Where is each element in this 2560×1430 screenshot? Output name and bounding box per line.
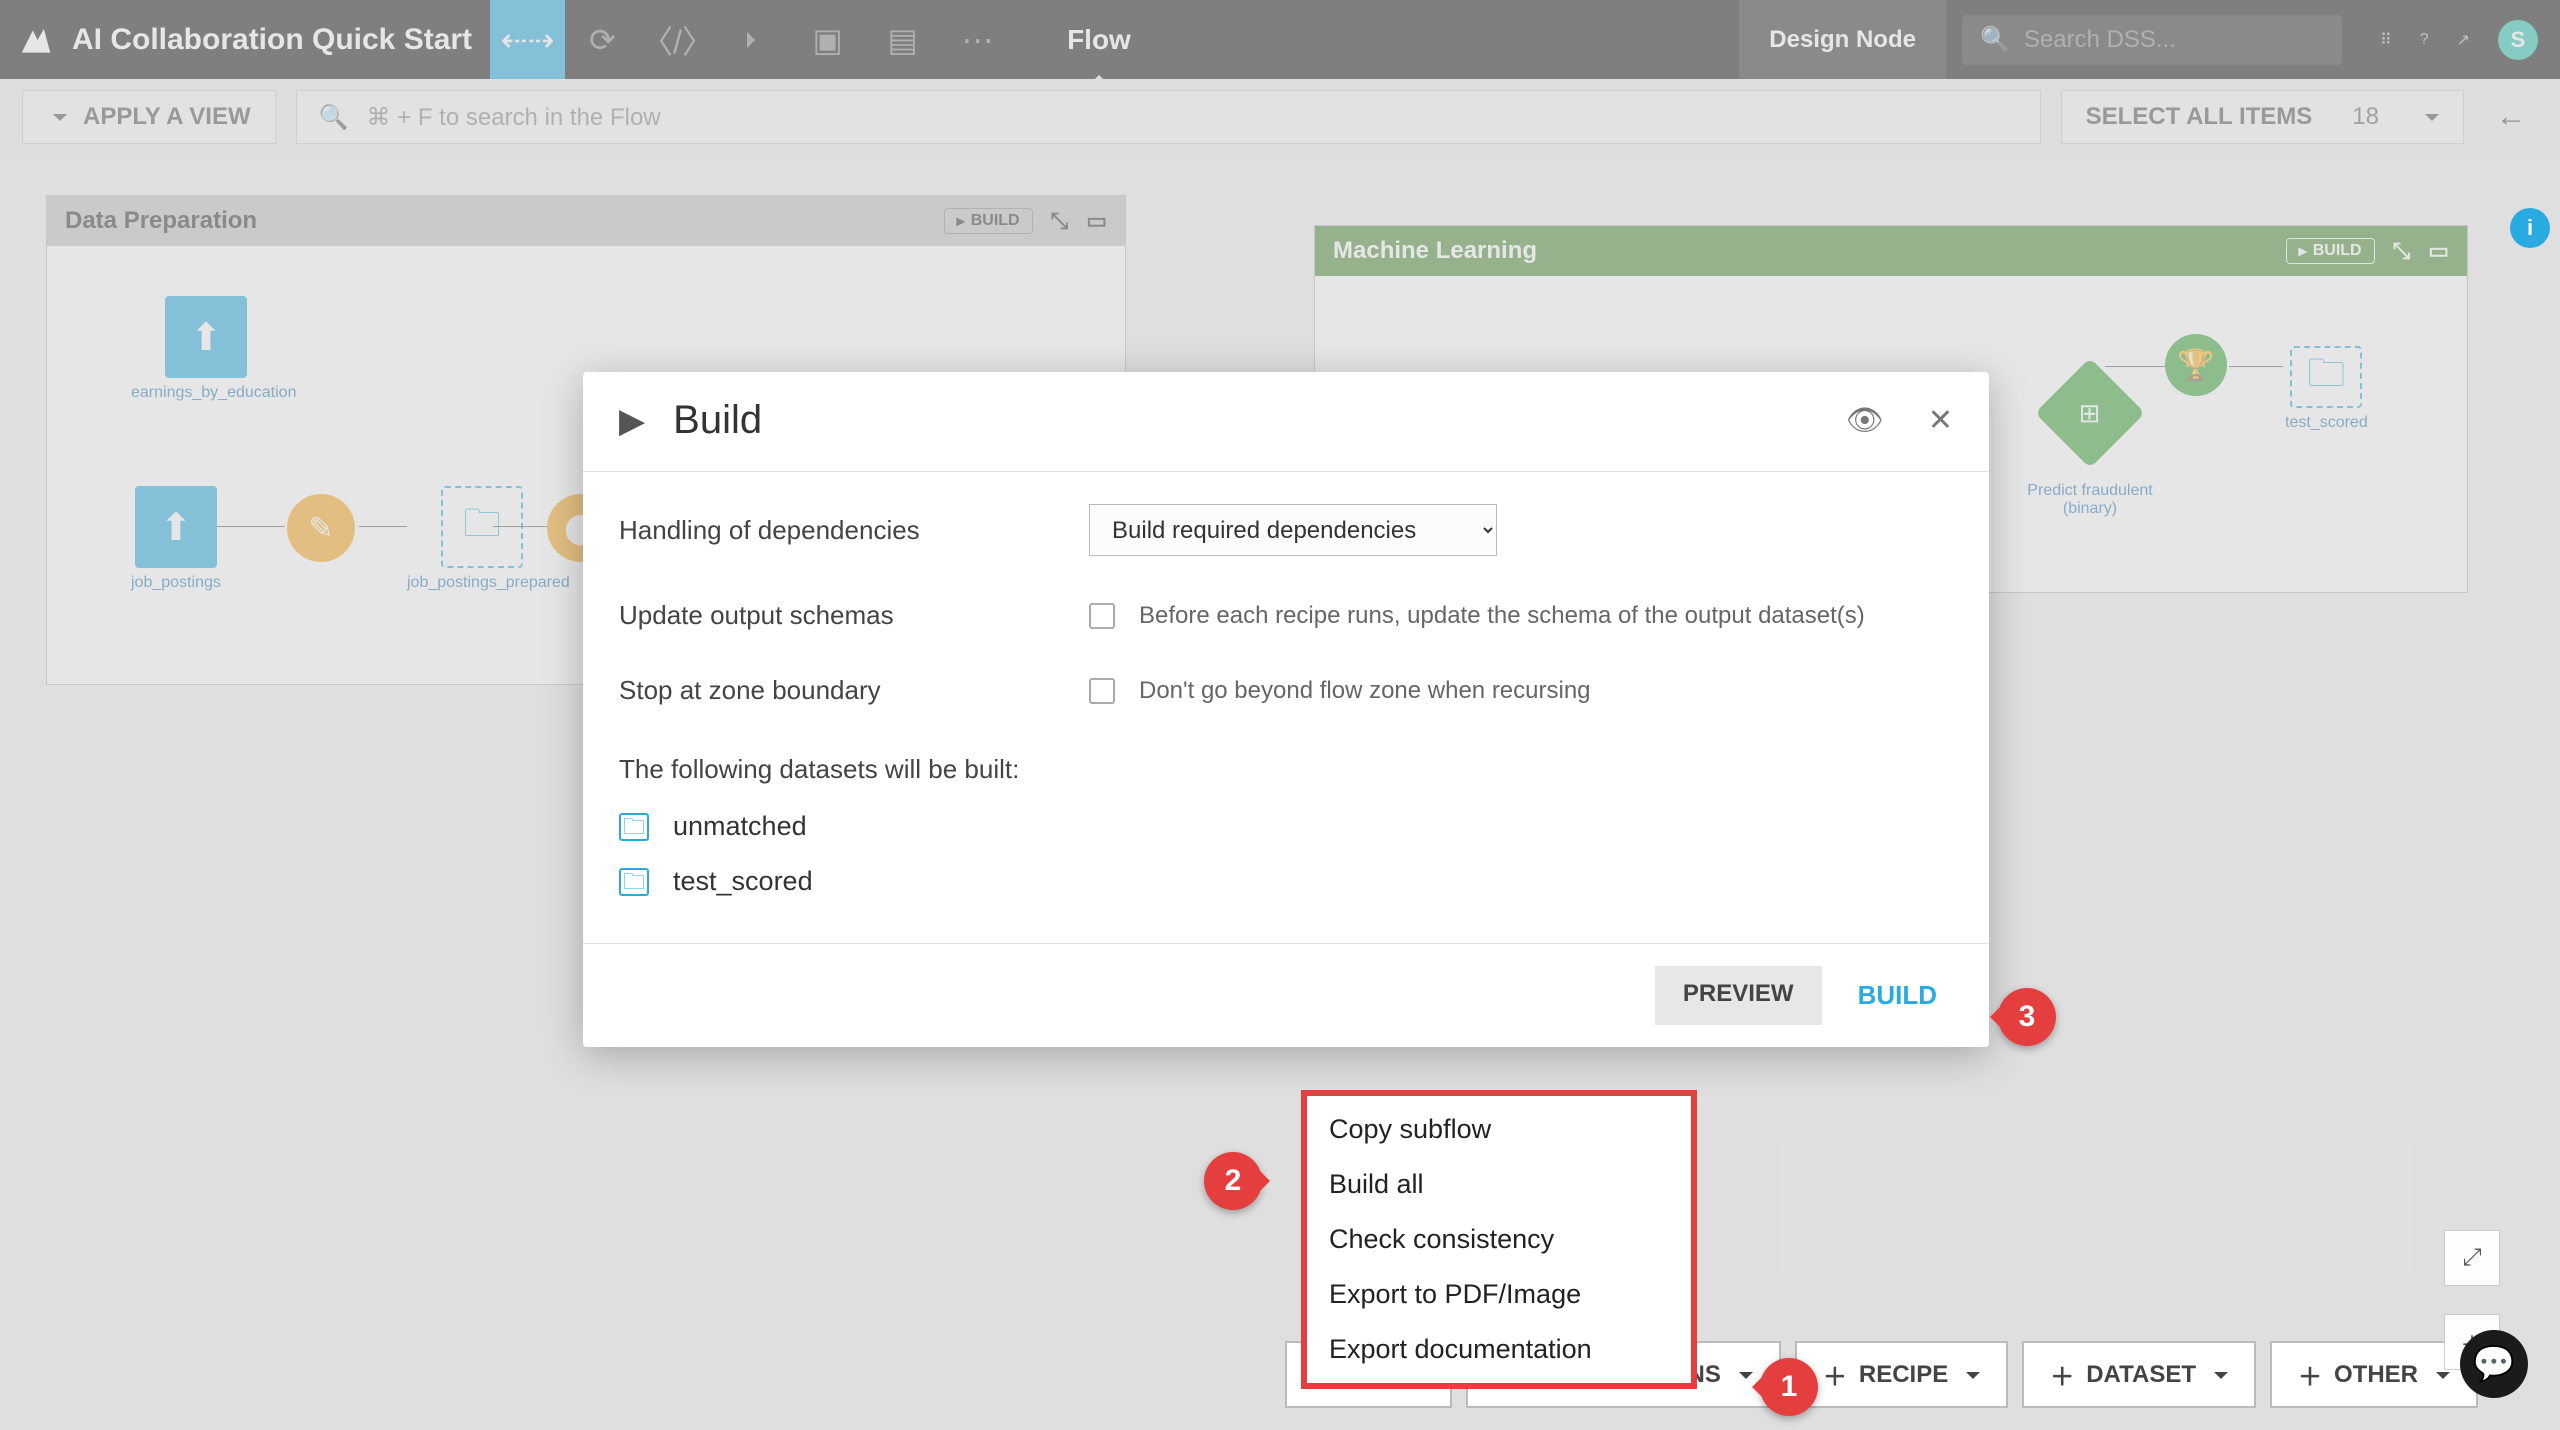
chevron-down-icon	[2419, 103, 2439, 131]
dataset-node[interactable]: ⬆earnings_by_education	[131, 296, 281, 402]
collapse-icon[interactable]: ⤡	[1051, 208, 1069, 234]
menu-item-export-doc[interactable]: Export documentation	[1307, 1322, 1691, 1377]
design-node-badge: Design Node	[1739, 0, 1946, 79]
collapse-icon[interactable]: ⤡	[2393, 238, 2411, 264]
add-dataset-button[interactable]: ＋DATASET	[2022, 1341, 2256, 1408]
avatar[interactable]: S	[2498, 20, 2538, 60]
menu-item-check-consistency[interactable]: Check consistency	[1307, 1212, 1691, 1267]
dataset-node[interactable]: ⬆job_postings	[131, 486, 221, 592]
dataset-icon: 🗀	[619, 813, 649, 841]
dataset-icon: 🗀	[619, 868, 649, 896]
build-note: The following datasets will be built:	[619, 728, 1953, 799]
flow-search[interactable]: 🔍 ⌘ + F to search in the Flow	[296, 90, 2041, 144]
close-icon[interactable]: ✕	[1928, 403, 1953, 438]
callout-3: 3	[1998, 988, 2056, 1046]
dataset-list: 🗀unmatched 🗀test_scored	[619, 799, 1953, 933]
upd-checkbox[interactable]	[1089, 603, 1115, 629]
dataset-node[interactable]: 🗀job_postings_prepared	[407, 486, 557, 592]
dep-select[interactable]: Build required dependencies	[1089, 504, 1497, 556]
apps-icon[interactable]: ⠿	[2380, 30, 2392, 50]
app-logo[interactable]	[0, 0, 72, 79]
dataset-node[interactable]: 🗀test_scored	[2285, 346, 2368, 432]
dataset-item: 🗀test_scored	[619, 854, 1953, 909]
bottom-bar: PREVIEW 🛠FLOW ACTIONS ＋RECIPE ＋DATASET ＋…	[0, 1341, 2500, 1408]
recipes-icon[interactable]: ⟳	[565, 0, 640, 79]
callout-1: 1	[1760, 1358, 1818, 1416]
box-icon[interactable]: ▭	[2428, 238, 2449, 264]
topbar: AI Collaboration Quick Start ⇠⇢ ⟳ 〈/〉 ▣ …	[0, 0, 2560, 79]
toolbar: APPLY A VIEW 🔍 ⌘ + F to search in the Fl…	[0, 79, 2560, 155]
jobs-icon[interactable]	[715, 0, 790, 79]
flow-actions-menu: Copy subflow Build all Check consistency…	[1301, 1090, 1697, 1389]
build-button[interactable]: BUILD	[1842, 966, 1953, 1025]
zone-build-button[interactable]: ▸ BUILD	[944, 208, 1033, 234]
upd-label: Update output schemas	[619, 600, 1089, 631]
code-icon[interactable]: 〈/〉	[640, 0, 715, 79]
chat-button[interactable]: 💬	[2460, 1330, 2528, 1398]
search-icon: 🔍	[1980, 25, 2010, 54]
fullscreen-button[interactable]: ⤢	[2444, 1230, 2500, 1286]
info-bubble[interactable]: i	[2510, 208, 2550, 248]
add-recipe-button[interactable]: ＋RECIPE	[1795, 1341, 2008, 1408]
chevron-down-icon	[47, 103, 67, 131]
callout-2: 2	[1204, 1152, 1262, 1210]
search-placeholder: Search DSS...	[2024, 26, 2176, 54]
plus-icon: ＋	[2298, 1357, 2322, 1392]
zone-build-button[interactable]: ▸ BUILD	[2286, 238, 2375, 264]
global-search[interactable]: 🔍 Search DSS...	[1962, 15, 2342, 65]
topbar-right: ⠿ ? ↗ S	[2358, 20, 2560, 60]
box-icon[interactable]: ▭	[1086, 208, 1107, 234]
stop-checkbox[interactable]	[1089, 678, 1115, 704]
flow-nav-icon[interactable]: ⇠⇢	[490, 0, 565, 79]
collapse-panel-icon[interactable]: ←	[2484, 100, 2538, 134]
menu-item-export-pdf[interactable]: Export to PDF/Image	[1307, 1267, 1691, 1322]
search-icon: 🔍	[319, 103, 349, 132]
activity-icon[interactable]: ↗	[2457, 30, 2470, 50]
menu-item-build-all[interactable]: Build all	[1307, 1157, 1691, 1212]
project-title[interactable]: AI Collaboration Quick Start	[72, 23, 490, 57]
preview-button[interactable]: PREVIEW	[1655, 966, 1822, 1025]
select-all-button[interactable]: SELECT ALL ITEMS 18	[2061, 90, 2464, 144]
dashboard-icon[interactable]: ▣	[790, 0, 865, 79]
dataset-item: 🗀unmatched	[619, 799, 1953, 854]
more-icon[interactable]: ⋯	[940, 0, 1015, 79]
trophy-node[interactable]: 🏆	[2165, 334, 2227, 396]
apply-view-button[interactable]: APPLY A VIEW	[22, 90, 276, 144]
flow-tab[interactable]: Flow	[1067, 24, 1131, 56]
help-icon[interactable]: ?	[2420, 31, 2429, 49]
build-modal: ▶ Build 👁 ✕ Handling of dependencies Buil…	[583, 372, 1989, 1047]
recipe-node[interactable]: ✎	[287, 494, 355, 562]
menu-item-copy-subflow[interactable]: Copy subflow	[1307, 1102, 1691, 1157]
plus-icon: ＋	[1823, 1357, 1847, 1392]
zone-header: Machine Learning ▸ BUILD ⤡ ▭	[1315, 226, 2467, 276]
zone-header: Data Preparation ▸ BUILD ⤡ ▭	[47, 196, 1125, 246]
modal-title: Build	[673, 398, 762, 443]
model-node[interactable]: ⊞Predict fraudulent (binary)	[2015, 374, 2165, 518]
wiki-icon[interactable]: ▤	[865, 0, 940, 79]
dep-label: Handling of dependencies	[619, 515, 1089, 546]
stop-label: Stop at zone boundary	[619, 675, 1089, 706]
play-icon: ▶	[619, 401, 645, 441]
plus-icon: ＋	[2050, 1357, 2074, 1392]
eye-icon[interactable]: 👁	[1846, 403, 1884, 438]
